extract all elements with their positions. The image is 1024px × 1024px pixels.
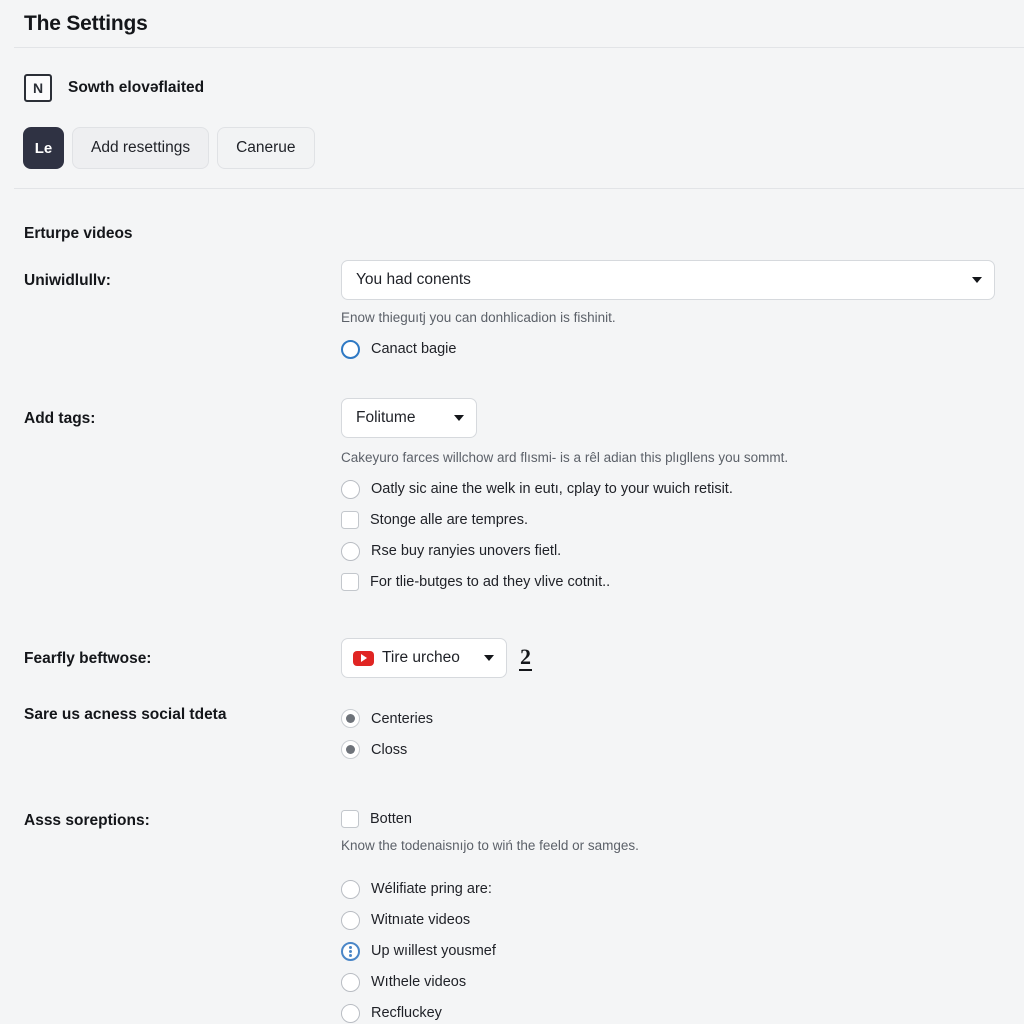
list-item[interactable]: Witnıate videos [341,905,639,936]
radio-icon[interactable] [341,941,360,961]
option-label: Recfluckey [371,1005,442,1022]
chevron-down-icon [972,277,982,283]
youtube-icon [353,650,374,666]
radio-icon[interactable] [341,740,360,759]
fearfly-select[interactable]: Tire urcheo [341,638,507,678]
option-label: Oatly sic aine the welk in eutı, cplay t… [371,481,733,498]
page-title: The Settings [24,12,148,35]
option-label: Rse buy ranyies unovers fietl. [371,543,562,560]
add-tags-select[interactable]: Folitume [341,398,477,438]
label-asss-soreptions: Asss soreptions: [24,812,150,829]
list-item[interactable]: Oatly sic aine the welk in eutı, cplay t… [341,474,788,505]
section-heading-feature: Erturpe videos [24,225,133,242]
checkbox-icon[interactable] [341,809,359,828]
list-item[interactable]: For tlie-butges to ad they vlive cotnit.… [341,567,788,598]
fearfly-select-value: Tire urcheo [382,649,460,666]
label-fearfly-beftwose: Fearfly beftwose: [24,650,152,667]
list-item[interactable]: Stonge alle are tempres. [341,505,788,536]
option-label: Stonge alle are tempres. [370,512,528,529]
checkbox-icon[interactable] [341,573,359,592]
n-square-icon: N [24,74,52,102]
add-tags-control-group: Folitume Cakeyuro farces willchow ard fl… [341,398,788,598]
radio-icon[interactable] [341,541,360,561]
option-label: Wélifiate pring are: [371,881,492,898]
toolbar: Le Add resettings Canerue [23,127,315,169]
option-label: Canact bagie [371,341,457,358]
label-individually: Uniwidlullv: [24,272,111,289]
option-label: For tlie-butges to ad they vlive cotnit.… [370,574,611,591]
option-label: Centeries [371,710,434,727]
list-item[interactable]: Closs [341,734,433,765]
add-resettings-button[interactable]: Add resettings [72,127,210,169]
le-badge[interactable]: Le [23,127,64,169]
option-label: Closs [371,741,408,758]
chevron-down-icon [454,415,464,421]
chevron-down-icon [484,655,494,661]
divider-top [14,47,1024,48]
radio-icon[interactable] [341,1003,360,1023]
list-item[interactable]: Up wıillest yousmef [341,936,639,967]
account-name: Sowth elovәflaited [68,79,205,96]
radio-icon[interactable] [341,879,360,899]
list-item[interactable]: Recfluckey [341,998,639,1024]
add-tags-helper: Cakeyuro farces willchow ard flısmi- is … [341,450,789,465]
fearfly-count: 2 [519,644,532,671]
asss-soreptions-helper: Know the todenaisnıjo to wiń the feeld o… [341,838,639,853]
title-bar: The Settings [0,0,1024,48]
individually-select-value: You had conents [356,271,471,288]
option-label: Botten [370,810,412,827]
label-add-tags: Add tags: [24,410,96,427]
fearfly-control-group: Tire urcheo 2 [341,638,532,678]
list-item[interactable]: Centeries [341,703,433,734]
option-canact-bagie[interactable]: Canact bagie [341,334,995,365]
option-label: Witnıate videos [371,912,471,929]
asss-soreptions-option-list: Wélifiate pring are: Witnıate videos Up … [341,874,639,1024]
settings-page: The Settings N Sowth elovәflaited Le Add… [0,0,1024,1024]
checkbox-icon[interactable] [341,511,359,530]
add-tags-option-list: Oatly sic aine the welk in eutı, cplay t… [341,474,788,598]
radio-icon[interactable] [341,709,360,728]
individually-helper: Enow thieguıtj you can donhlicadion is f… [341,310,616,325]
account-row: N Sowth elovәflaited [24,74,204,102]
list-item[interactable]: Wélifiate pring are: [341,874,639,905]
radio-icon[interactable] [341,479,360,499]
label-social: Sare us acness social tdeta [24,706,227,723]
social-control-group: Centeries Closs [341,703,433,765]
radio-icon[interactable] [341,910,360,930]
individually-control-group: You had conents Enow thieguıtj you can d… [341,260,995,365]
option-label: Wıthele videos [371,974,467,991]
radio-icon[interactable] [341,972,360,992]
add-tags-select-value: Folitume [356,409,416,426]
option-label: Up wıillest yousmef [371,943,496,960]
individually-select[interactable]: You had conents [341,260,995,300]
asss-soreptions-control-group: Botten Know the todenaisnıjo to wiń the … [341,803,639,1024]
list-item[interactable]: Wıthele videos [341,967,639,998]
radio-icon[interactable] [341,339,360,359]
canerue-button[interactable]: Canerue [217,127,315,169]
divider-toolbar [14,188,1024,189]
option-botten[interactable]: Botten [341,803,639,834]
list-item[interactable]: Rse buy ranyies unovers fietl. [341,536,788,567]
